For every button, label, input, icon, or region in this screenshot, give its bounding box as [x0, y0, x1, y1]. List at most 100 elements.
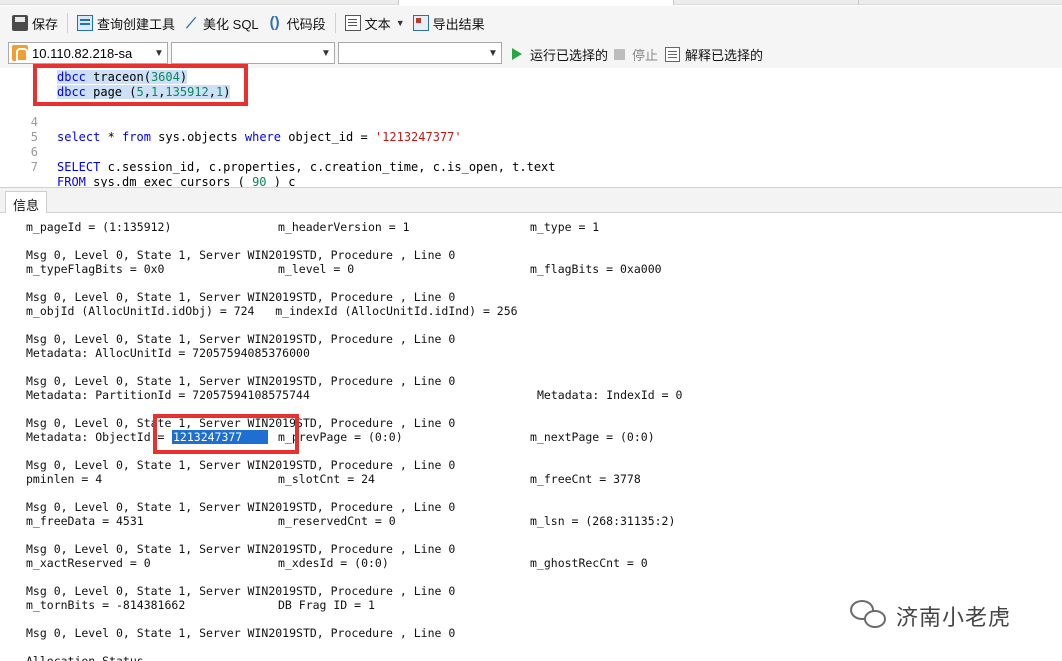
message-text: Msg 0, Level 0, State 1, Server WIN2019S…: [26, 332, 456, 346]
run-selected-label: 运行已选择的: [530, 47, 609, 63]
message-text: Metadata: PartitionId = 7205759410857574…: [26, 388, 310, 402]
message-text: m_freeCnt = 3778: [530, 472, 641, 486]
line-number: 4: [30, 115, 38, 129]
code-token: from: [122, 130, 151, 144]
save-label: 保存: [32, 16, 59, 32]
code-token: select: [57, 130, 101, 144]
code-token: FROM: [57, 175, 86, 187]
server-connection-value: 10.110.82.218-sa: [32, 45, 133, 61]
code-token: c.session_id, c.properties, c.creation_t…: [100, 160, 556, 174]
tab-separator: [858, 0, 859, 5]
code-token: 90: [252, 175, 267, 187]
server-connection-select[interactable]: 10.110.82.218-sa ▼: [8, 42, 168, 64]
beautify-sql-label: 美化 SQL: [203, 16, 259, 32]
message-text: Msg 0, Level 0, State 1, Server WIN2019S…: [26, 374, 456, 388]
chevron-down-icon[interactable]: ▼: [485, 48, 501, 59]
message-text: Metadata: ObjectId =: [26, 430, 172, 444]
message-text: Msg 0, Level 0, State 1, Server WIN2019S…: [26, 584, 456, 598]
code-line[interactable]: SELECT c.session_id, c.properties, c.cre…: [57, 160, 556, 174]
results-tab-bar: 信息: [0, 187, 1062, 213]
export-icon: [412, 15, 429, 31]
code-token: object_id =: [281, 130, 375, 144]
message-text: Allocation Status: [26, 654, 144, 661]
toolbar: 保存 查询创建工具 ⟋ 美化 SQL () 代码段 文本 ▼ 导出结果: [0, 6, 1062, 40]
message-text: m_reservedCnt = 0: [278, 514, 396, 528]
message-text: pminlen = 4: [26, 472, 103, 486]
line-number: 6: [30, 145, 38, 159]
save-button[interactable]: 保存: [8, 11, 62, 35]
chat-bubbles-icon: [848, 598, 890, 634]
watermark: 济南小老虎: [848, 596, 1011, 636]
message-text: m_pageId = (1:135912): [26, 220, 172, 234]
code-token: sys.dm_exec_cursors (: [85, 175, 253, 187]
code-token: where: [244, 130, 281, 144]
code-snippet-button[interactable]: () 代码段: [263, 11, 330, 35]
save-icon: [12, 15, 28, 31]
explain-selected-label: 解释已选择的: [685, 47, 764, 63]
explain-plan-icon: [665, 46, 680, 62]
message-text: m_level = 0: [278, 262, 355, 276]
code-line[interactable]: FROM sys.dm_exec_cursors ( 90 ) c: [57, 175, 295, 187]
database-connection-icon: [12, 45, 28, 62]
query-builder-icon: [77, 15, 94, 31]
message-text: Metadata: IndexId = 0: [537, 388, 683, 402]
message-text: Msg 0, Level 0, State 1, Server WIN2019S…: [26, 458, 456, 472]
message-text: DB Frag ID = 1: [278, 598, 375, 612]
text-mode-dropdown[interactable]: 文本 ▼: [341, 11, 409, 35]
explain-selected-button[interactable]: 解释已选择的: [665, 44, 763, 64]
schema-select[interactable]: ▼: [338, 42, 502, 64]
message-text: m_objId (AllocUnitId.idObj) = 724 m_inde…: [26, 304, 518, 318]
annotation-box-objectid: [153, 414, 299, 454]
toolbar-separator: [67, 13, 69, 33]
chevron-down-icon[interactable]: ▼: [151, 48, 167, 59]
code-token: sys.objects: [150, 130, 245, 144]
text-mode-label: 文本: [364, 16, 391, 32]
watermark-text: 济南小老虎: [896, 606, 1012, 631]
code-line[interactable]: select * from sys.objects where object_i…: [57, 130, 462, 144]
stop-button[interactable]: 停止: [614, 44, 658, 64]
message-text: Msg 0, Level 0, State 1, Server WIN2019S…: [26, 500, 456, 514]
message-text: m_type = 1: [530, 220, 600, 234]
code-snippet-label: 代码段: [286, 16, 326, 32]
stop-label: 停止: [632, 47, 659, 63]
message-text: m_typeFlagBits = 0x0: [26, 262, 165, 276]
message-text: Msg 0, Level 0, State 1, Server WIN2019S…: [26, 626, 456, 640]
message-text: Msg 0, Level 0, State 1, Server WIN2019S…: [26, 248, 456, 262]
message-text: m_tornBits = -814381662: [26, 598, 186, 612]
run-selected-button[interactable]: 运行已选择的: [512, 44, 608, 64]
chevron-down-icon: ▼: [395, 18, 405, 28]
message-text: m_ghostRecCnt = 0: [530, 556, 648, 570]
code-token: SELECT: [57, 160, 101, 174]
message-text: m_freeData = 4531: [26, 514, 144, 528]
query-builder-label: 查询创建工具: [97, 16, 176, 32]
message-text: m_lsn = (268:31135:2): [530, 514, 676, 528]
message-text: m_xactReserved = 0: [26, 556, 151, 570]
annotation-box-dbcc: [33, 64, 248, 106]
active-document-tab[interactable]: [398, 0, 674, 5]
tab-messages[interactable]: 信息: [5, 191, 48, 213]
message-text: Msg 0, Level 0, State 1, Server WIN2019S…: [26, 542, 456, 556]
line-number: 5: [30, 130, 38, 144]
code-token: *: [100, 130, 123, 144]
message-text: m_slotCnt = 24: [278, 472, 375, 486]
code-token: '1213247377': [374, 130, 462, 144]
toolbar-separator: [334, 13, 336, 33]
document-tab-strip: [0, 0, 1062, 5]
chevron-down-icon[interactable]: ▼: [318, 48, 334, 59]
text-document-icon: [344, 15, 361, 31]
play-icon: [512, 48, 522, 60]
query-builder-button[interactable]: 查询创建工具: [73, 11, 179, 35]
line-number: 7: [30, 160, 38, 174]
code-snippet-icon: (): [269, 14, 280, 31]
code-token: ) c: [266, 175, 296, 187]
message-text: m_flagBits = 0xa000: [530, 262, 662, 276]
export-results-label: 导出结果: [432, 16, 485, 32]
stop-icon: [614, 48, 625, 60]
message-text: m_xdesId = (0:0): [278, 556, 389, 570]
message-text: m_nextPage = (0:0): [530, 430, 655, 444]
message-text: m_headerVersion = 1: [278, 220, 410, 234]
database-select[interactable]: ▼: [171, 42, 335, 64]
export-results-button[interactable]: 导出结果: [409, 11, 489, 35]
beautify-sql-button[interactable]: ⟋ 美化 SQL: [179, 11, 263, 35]
beautify-icon: ⟋: [186, 15, 196, 31]
